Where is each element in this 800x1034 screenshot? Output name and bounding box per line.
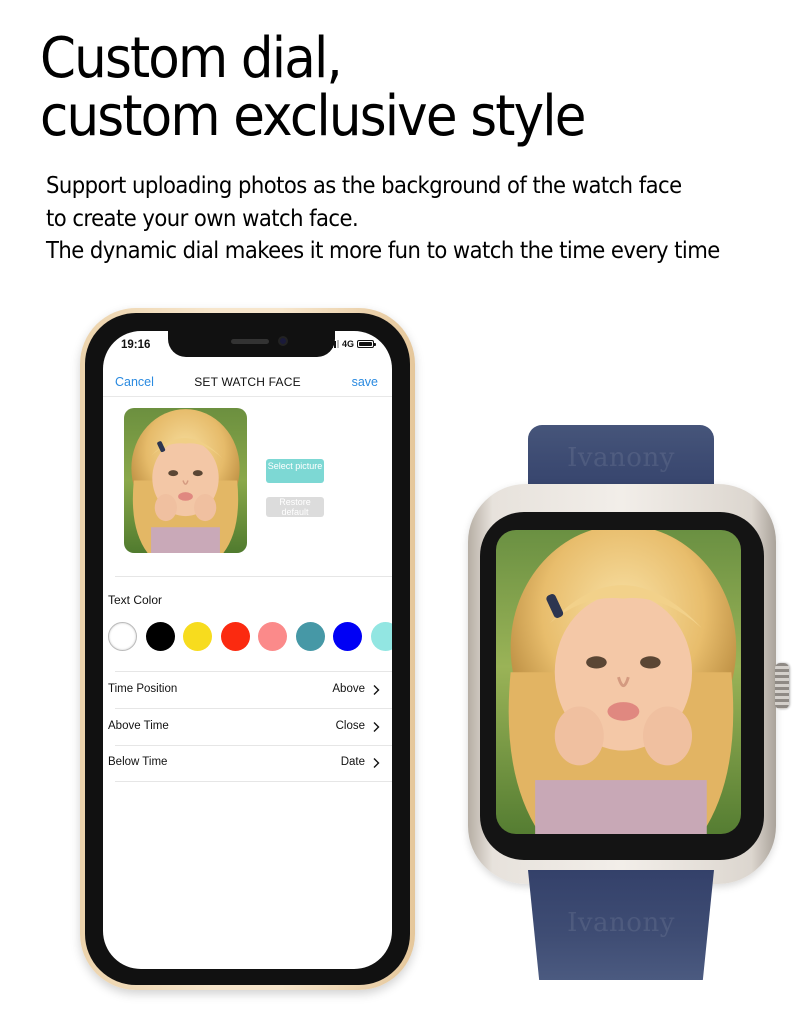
description-text: Support uploading photos as the backgrou…	[46, 170, 720, 268]
band-brand-logo: Ivanony	[567, 908, 675, 938]
headline: Custom dial, custom exclusive style	[40, 26, 586, 149]
phone-mockup: 19:16 4G Cancel SET WATCH FACE save Sele…	[80, 308, 415, 990]
phone-screen: 19:16 4G Cancel SET WATCH FACE save Sele…	[103, 331, 392, 969]
chevron-right-icon	[373, 685, 380, 695]
front-camera-icon	[278, 336, 288, 346]
watch-screen	[496, 530, 741, 834]
color-swatch-blue[interactable]	[333, 622, 362, 651]
description-line-2: to create your own watch face.	[46, 205, 359, 232]
battery-icon	[357, 340, 376, 348]
settings-row-below-time[interactable]: Below Time Date	[103, 745, 392, 782]
phone-bezel: 19:16 4G Cancel SET WATCH FACE save Sele…	[85, 313, 410, 985]
description-line-1: Support uploading photos as the backgrou…	[46, 173, 682, 199]
text-color-label: Text Color	[108, 593, 163, 607]
headline-line-1: Custom dial,	[40, 26, 343, 91]
text-color-swatches	[108, 622, 392, 651]
settings-row-above-time[interactable]: Above Time Close	[103, 709, 392, 746]
color-swatch-yellow[interactable]	[183, 622, 212, 651]
watch-band-bottom: Ivanony	[528, 870, 714, 980]
color-swatch-white[interactable]	[108, 622, 137, 651]
select-picture-button[interactable]: Select picture	[266, 459, 324, 483]
chevron-right-icon	[373, 758, 380, 768]
page-title: SET WATCH FACE	[194, 375, 301, 389]
color-swatch-red[interactable]	[220, 622, 250, 651]
settings-row-label: Time Position	[108, 683, 178, 695]
settings-row-label: Below Time	[108, 756, 168, 768]
girl-portrait-image	[496, 530, 741, 834]
save-button[interactable]: save	[352, 375, 378, 389]
cellular-signal-icon	[327, 340, 339, 348]
description-line-3: The dynamic dial makees it more fun to w…	[46, 238, 720, 264]
settings-row-label: Above Time	[108, 719, 169, 732]
restore-default-button[interactable]: Restore default	[266, 497, 324, 517]
settings-row-value: Above	[332, 683, 365, 695]
status-indicators: 4G	[327, 339, 376, 349]
phone-notch	[168, 331, 335, 357]
color-swatch-teal[interactable]	[295, 622, 325, 651]
status-time: 19:16	[121, 339, 151, 351]
band-brand-logo: Ivanony	[567, 443, 675, 473]
color-swatch-aqua[interactable]	[370, 622, 392, 651]
settings-row-time-position[interactable]: Time Position Above	[103, 672, 392, 709]
girl-portrait-image	[124, 408, 247, 553]
navigation-bar: Cancel SET WATCH FACE save	[103, 369, 392, 397]
headline-line-2: custom exclusive style	[40, 84, 586, 149]
speaker-grille	[231, 339, 269, 344]
color-swatch-black[interactable]	[145, 622, 175, 651]
divider	[115, 781, 392, 782]
watch-crown	[775, 663, 789, 709]
chevron-right-icon	[373, 721, 380, 732]
divider	[115, 576, 392, 577]
watch-face-preview-image[interactable]	[124, 408, 247, 553]
color-swatch-pink[interactable]	[258, 622, 287, 651]
network-type: 4G	[341, 339, 354, 349]
settings-row-value: Close	[335, 719, 365, 732]
settings-row-value: Date	[340, 756, 365, 768]
